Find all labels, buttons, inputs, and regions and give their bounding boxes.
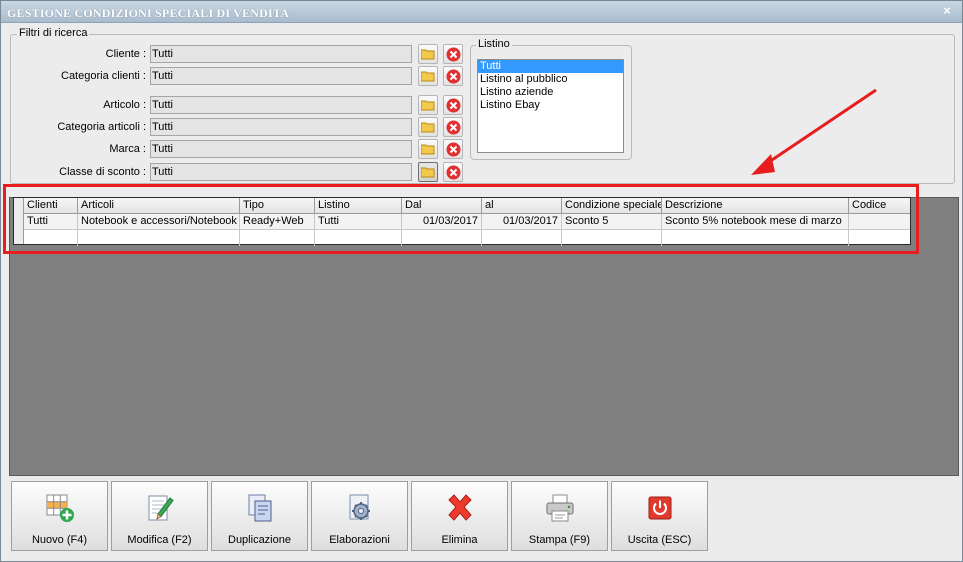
cell-empty[interactable] xyxy=(315,230,402,246)
marca-field[interactable]: Tutti xyxy=(150,140,412,158)
delete-icon[interactable] xyxy=(443,162,463,182)
listino-listbox[interactable]: Tutti Listino al pubblico Listino aziend… xyxy=(477,59,624,153)
main-window: GESTIONE CONDIZIONI SPECIALI DI VENDITA … xyxy=(0,0,963,562)
table-row[interactable]: Tutti Notebook e accessori/Notebook Read… xyxy=(14,214,910,230)
folder-icon[interactable] xyxy=(418,117,438,137)
filters-legend: Filtri di ricerca xyxy=(17,27,90,39)
cell-descrizione[interactable]: Sconto 5% notebook mese di marzo xyxy=(662,214,849,230)
listino-group: Listino Tutti Listino al pubblico Listin… xyxy=(470,38,632,160)
cell-condizione-speciale[interactable]: Sconto 5 xyxy=(562,214,662,230)
filter-label: Classe di sconto : xyxy=(59,166,146,178)
categoria-clienti-field[interactable]: Tutti xyxy=(150,67,412,85)
delete-icon[interactable] xyxy=(443,117,463,137)
cell-empty[interactable] xyxy=(78,230,240,246)
folder-icon[interactable] xyxy=(418,139,438,159)
listino-item[interactable]: Listino al pubblico xyxy=(478,73,623,86)
process-gear-icon xyxy=(349,494,370,520)
cell-listino[interactable]: Tutti xyxy=(315,214,402,230)
process-button-label: Elaborazioni xyxy=(329,534,390,546)
column-header-al[interactable]: al xyxy=(482,198,562,214)
duplicate-button-label: Duplicazione xyxy=(228,534,291,546)
table-row-empty[interactable] xyxy=(14,230,910,246)
process-button[interactable]: Elaborazioni xyxy=(311,481,408,551)
folder-icon[interactable] xyxy=(418,162,438,182)
categoria-articoli-field[interactable]: Tutti xyxy=(150,118,412,136)
edit-button[interactable]: Modifica (F2) xyxy=(111,481,208,551)
column-header-codice[interactable]: Codice xyxy=(849,198,910,214)
column-header-tipo[interactable]: Tipo xyxy=(240,198,315,214)
new-grid-icon xyxy=(46,494,74,522)
column-header-dal[interactable]: Dal xyxy=(402,198,482,214)
print-button[interactable]: Stampa (F9) xyxy=(511,481,608,551)
cell-empty[interactable] xyxy=(402,230,482,246)
print-button-label: Stampa (F9) xyxy=(528,534,591,546)
delete-icon[interactable] xyxy=(443,95,463,115)
conditions-grid[interactable]: Clienti Articoli Tipo Listino Dal al Con… xyxy=(13,197,911,246)
cliente-field[interactable]: Tutti xyxy=(150,45,412,63)
exit-button[interactable]: Uscita (ESC) xyxy=(611,481,708,551)
grid-header: Clienti Articoli Tipo Listino Dal al Con… xyxy=(14,198,910,214)
close-icon[interactable]: × xyxy=(940,4,954,18)
delete-button-label: Elimina xyxy=(441,534,478,546)
edit-document-icon xyxy=(148,495,174,521)
filter-label: Articolo : xyxy=(103,99,146,111)
folder-icon[interactable] xyxy=(418,66,438,86)
filter-label: Cliente : xyxy=(105,48,146,60)
listino-item[interactable]: Listino Ebay xyxy=(478,99,623,112)
cell-clienti[interactable]: Tutti xyxy=(24,214,78,230)
printer-icon xyxy=(546,494,574,522)
folder-icon[interactable] xyxy=(418,95,438,115)
listino-legend: Listino xyxy=(476,38,512,50)
cell-al[interactable]: 01/03/2017 xyxy=(482,214,562,230)
cell-empty[interactable] xyxy=(562,230,662,246)
delete-x-icon xyxy=(448,494,472,521)
column-header-descrizione[interactable]: Descrizione xyxy=(662,198,849,214)
new-button[interactable]: Nuovo (F4) xyxy=(11,481,108,551)
cell-empty[interactable] xyxy=(240,230,315,246)
folder-icon[interactable] xyxy=(418,44,438,64)
column-header-clienti[interactable]: Clienti xyxy=(24,198,78,214)
cell-codice[interactable] xyxy=(849,214,910,230)
search-filters-group: Filtri di ricerca Cliente : Tutti Catego… xyxy=(10,27,955,184)
column-header-articoli[interactable]: Articoli xyxy=(78,198,240,214)
exit-button-label: Uscita (ESC) xyxy=(627,534,692,546)
cell-empty[interactable] xyxy=(482,230,562,246)
window-title: GESTIONE CONDIZIONI SPECIALI DI VENDITA xyxy=(7,6,290,20)
cell-articoli[interactable]: Notebook e accessori/Notebook xyxy=(78,214,240,230)
edit-button-label: Modifica (F2) xyxy=(127,534,192,546)
delete-button[interactable]: Elimina xyxy=(411,481,508,551)
delete-icon[interactable] xyxy=(443,66,463,86)
duplicate-icon xyxy=(248,494,272,522)
column-header-listino[interactable]: Listino xyxy=(315,198,402,214)
classe-sconto-field[interactable]: Tutti xyxy=(150,163,412,181)
listino-item[interactable]: Listino aziende xyxy=(478,86,623,99)
articolo-field[interactable]: Tutti xyxy=(150,96,412,114)
column-header-condizione-speciale[interactable]: Condizione speciale xyxy=(562,198,662,214)
filter-label: Marca : xyxy=(109,143,146,155)
cell-empty[interactable] xyxy=(662,230,849,246)
filter-label: Categoria clienti : xyxy=(61,70,146,82)
delete-icon[interactable] xyxy=(443,44,463,64)
duplicate-button[interactable]: Duplicazione xyxy=(211,481,308,551)
title-bar: GESTIONE CONDIZIONI SPECIALI DI VENDITA … xyxy=(1,1,962,23)
new-button-label: Nuovo (F4) xyxy=(31,534,88,546)
cell-dal[interactable]: 01/03/2017 xyxy=(402,214,482,230)
cell-tipo[interactable]: Ready+Web xyxy=(240,214,315,230)
filter-label: Categoria articoli : xyxy=(57,121,146,133)
cell-empty[interactable] xyxy=(849,230,910,246)
listino-item[interactable]: Tutti xyxy=(478,60,623,73)
delete-icon[interactable] xyxy=(443,139,463,159)
cell-empty[interactable] xyxy=(24,230,78,246)
exit-power-icon xyxy=(648,496,672,520)
